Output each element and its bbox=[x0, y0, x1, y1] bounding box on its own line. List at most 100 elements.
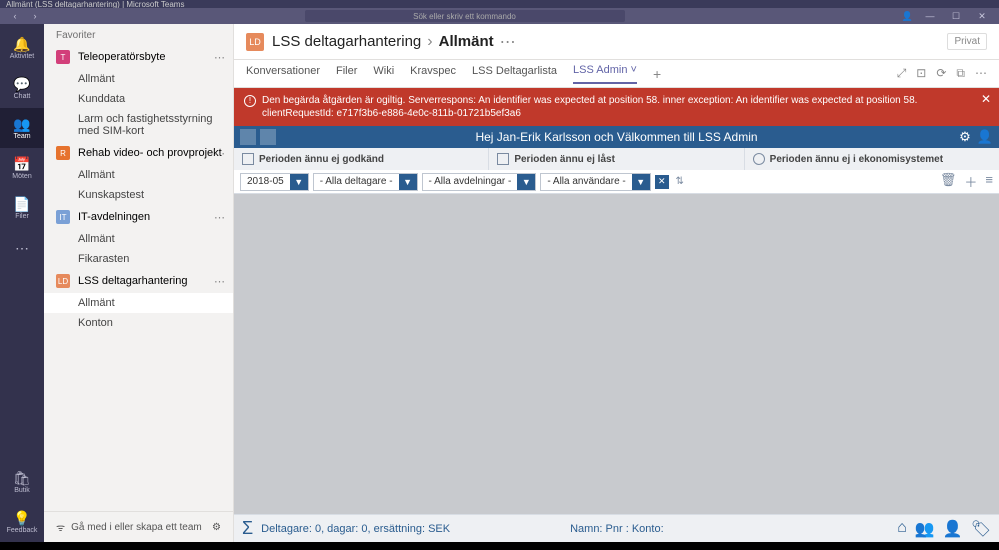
deltagare-select[interactable]: - Alla deltagare -▼ bbox=[313, 173, 418, 191]
clear-filter-button[interactable]: ✕ bbox=[655, 175, 669, 189]
channel-allmant[interactable]: Allmänt bbox=[44, 69, 233, 89]
delete-icon[interactable]: 🗑 bbox=[940, 172, 957, 191]
work-area bbox=[234, 194, 999, 514]
chevron-down-icon[interactable]: ▼ bbox=[399, 174, 417, 190]
people-icon[interactable]: 👥 bbox=[915, 519, 935, 539]
channel-allmant[interactable]: Allmänt bbox=[44, 165, 233, 185]
footer-summary: Deltagare: 0, dagar: 0, ersättning: SEK bbox=[261, 523, 450, 535]
channel-tabs: Konversationer Filer Wiki Kravspec LSS D… bbox=[234, 60, 999, 88]
teams-sidebar: Favoriter T Teleoperatörsbyte ⋯ Allmänt … bbox=[44, 24, 234, 542]
chevron-down-icon[interactable]: ▼ bbox=[517, 174, 535, 190]
people-add-icon: ᯤ bbox=[56, 520, 65, 534]
team-icon: LD bbox=[246, 33, 264, 51]
lock-icon bbox=[497, 153, 509, 165]
status-row: Perioden ännu ej godkänd Perioden ännu e… bbox=[234, 148, 999, 170]
channel-kunskapstest[interactable]: Kunskapstest bbox=[44, 185, 233, 205]
home-icon[interactable]: ⌂ bbox=[897, 519, 907, 539]
check-icon bbox=[242, 153, 254, 165]
app-welcome-text: Hej Jan-Erik Karlsson och Välkommen till… bbox=[475, 130, 757, 144]
add-tab-button[interactable]: + bbox=[653, 66, 661, 82]
team-more-icon[interactable]: ⋯ bbox=[214, 147, 225, 160]
team-rehab[interactable]: R Rehab video- och provprojekt ⋯ bbox=[44, 141, 233, 165]
channel-larm[interactable]: Larm och fastighetsstyrning med SIM-kort bbox=[44, 109, 233, 141]
more-icon: ⋯ bbox=[15, 241, 29, 255]
bulb-icon: 💡 bbox=[13, 511, 30, 525]
gear-icon[interactable]: ⚙ bbox=[959, 129, 971, 145]
tab-lss-deltagarlista[interactable]: LSS Deltagarlista bbox=[472, 65, 557, 83]
tab-filer[interactable]: Filer bbox=[336, 65, 357, 83]
gear-icon[interactable]: ⚙ bbox=[212, 522, 221, 533]
comments-icon[interactable]: ⊡ bbox=[916, 66, 926, 81]
sort-icon[interactable]: ⇅ bbox=[673, 175, 687, 189]
close-button[interactable]: ✕ bbox=[973, 11, 991, 22]
rail-aktivitet[interactable]: 🔔Aktivitet bbox=[0, 28, 44, 68]
breadcrumb-channel: Allmänt bbox=[439, 33, 494, 50]
popout-icon[interactable]: ⧉ bbox=[956, 66, 965, 81]
person-icon[interactable]: 👤 bbox=[943, 519, 963, 539]
search-input[interactable]: Sök eller skriv ett kommando bbox=[305, 10, 625, 22]
channel-allmant[interactable]: Allmänt bbox=[44, 229, 233, 249]
anvandare-select[interactable]: - Alla användare -▼ bbox=[540, 173, 650, 191]
tag-icon[interactable]: 🏷 bbox=[971, 519, 991, 539]
tab-konversationer[interactable]: Konversationer bbox=[246, 65, 320, 83]
chat-icon: 💬 bbox=[13, 77, 30, 91]
tab-wiki[interactable]: Wiki bbox=[373, 65, 394, 83]
more-icon[interactable]: ⋯ bbox=[500, 32, 516, 52]
privat-button[interactable]: Privat bbox=[947, 33, 987, 50]
maximize-button[interactable]: ☐ bbox=[947, 11, 965, 22]
period-select[interactable]: 2018-05▼ bbox=[240, 173, 309, 191]
reload-icon[interactable]: ⟳ bbox=[936, 66, 946, 81]
team-lss[interactable]: LD LSS deltagarhantering ⋯ bbox=[44, 269, 233, 293]
team-label: IT-avdelningen bbox=[78, 211, 150, 223]
rail-team[interactable]: 👥Team bbox=[0, 108, 44, 148]
chevron-down-icon[interactable]: ▼ bbox=[290, 174, 308, 190]
header-tab-icon[interactable] bbox=[240, 129, 256, 145]
tab-kravspec[interactable]: Kravspec bbox=[410, 65, 456, 83]
tab-lss-admin[interactable]: LSS Admin ˅ bbox=[573, 64, 637, 84]
rail-butik[interactable]: 🛍Butik bbox=[0, 462, 44, 502]
tab-more-icon[interactable]: ⋯ bbox=[975, 66, 987, 81]
channel-allmant[interactable]: Allmänt bbox=[44, 293, 233, 313]
status-last: Perioden ännu ej låst bbox=[489, 148, 744, 170]
add-icon[interactable]: ＋ bbox=[964, 172, 977, 191]
avatar[interactable]: 👤 bbox=[902, 11, 913, 22]
team-teleoperatorsbyte[interactable]: T Teleoperatörsbyte ⋯ bbox=[44, 45, 233, 69]
calendar-icon: 📅 bbox=[13, 157, 30, 171]
status-godkand: Perioden ännu ej godkänd bbox=[234, 148, 489, 170]
join-create-team[interactable]: ᯤ Gå med i eller skapa ett team ⚙ bbox=[44, 511, 233, 542]
file-icon: 📄 bbox=[13, 197, 30, 211]
channel-kunddata[interactable]: Kunddata bbox=[44, 89, 233, 109]
team-more-icon[interactable]: ⋯ bbox=[214, 275, 225, 288]
rail-more[interactable]: ⋯ bbox=[0, 228, 44, 268]
chevron-down-icon[interactable]: ▼ bbox=[632, 174, 650, 190]
bell-icon: 🔔 bbox=[13, 37, 30, 51]
app-footer: Σ Deltagare: 0, dagar: 0, ersättning: SE… bbox=[234, 514, 999, 542]
back-button[interactable]: ‹ bbox=[6, 11, 24, 21]
channel-konton[interactable]: Konton bbox=[44, 313, 233, 333]
lss-admin-frame: ! Den begärda åtgärden är ogiltig. Serve… bbox=[234, 88, 999, 542]
rail-moten[interactable]: 📅Möten bbox=[0, 148, 44, 188]
bottom-bar bbox=[0, 542, 999, 550]
team-icon: R bbox=[56, 146, 70, 160]
sigma-icon: Σ bbox=[242, 518, 253, 539]
list-icon[interactable]: ≡ bbox=[985, 172, 993, 191]
forward-button[interactable]: › bbox=[26, 11, 44, 21]
rail-filer[interactable]: 📄Filer bbox=[0, 188, 44, 228]
team-more-icon[interactable]: ⋯ bbox=[214, 211, 225, 224]
user-icon[interactable]: 👤 bbox=[977, 129, 993, 145]
avdelningar-select[interactable]: - Alla avdelningar -▼ bbox=[422, 173, 537, 191]
minimize-button[interactable]: — bbox=[921, 11, 939, 22]
breadcrumb-team[interactable]: LSS deltagarhantering bbox=[272, 33, 421, 50]
rail-feedback[interactable]: 💡Feedback bbox=[0, 502, 44, 542]
header-tab-icon[interactable] bbox=[260, 129, 276, 145]
chevron-down-icon: ˅ bbox=[631, 64, 637, 76]
store-icon: 🛍 bbox=[13, 471, 31, 485]
team-more-icon[interactable]: ⋯ bbox=[214, 51, 225, 64]
team-label: Rehab video- och provprojekt bbox=[78, 147, 222, 159]
team-it[interactable]: IT IT-avdelningen ⋯ bbox=[44, 205, 233, 229]
rail-chatt[interactable]: 💬Chatt bbox=[0, 68, 44, 108]
error-close-button[interactable]: ✕ bbox=[981, 92, 991, 108]
dollar-icon bbox=[753, 153, 765, 165]
channel-fikarasten[interactable]: Fikarasten bbox=[44, 249, 233, 269]
expand-icon[interactable]: ⤢ bbox=[897, 66, 907, 81]
